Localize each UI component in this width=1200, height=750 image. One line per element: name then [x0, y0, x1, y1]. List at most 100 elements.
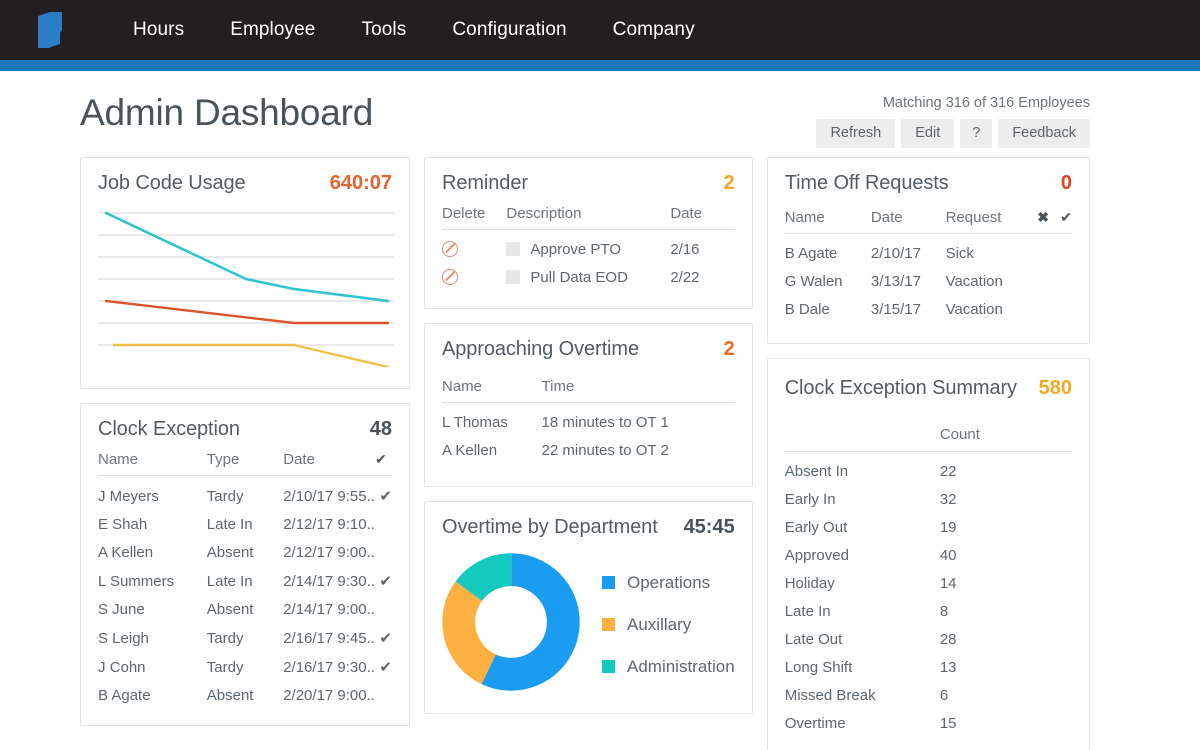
reminder-checkbox[interactable] — [506, 242, 521, 256]
cell-type: Tardy — [206, 629, 244, 647]
table-row[interactable]: S Leigh Tardy 2/16/17 9:45.. ✔ — [98, 623, 392, 652]
table-row[interactable]: Overtime 15 — [785, 709, 1072, 737]
top-navigation-bar: Hours Employee Tools Configuration Compa… — [0, 0, 1200, 60]
company-n-logo[interactable] — [26, 8, 82, 52]
cell-check-icon[interactable]: ✔ — [375, 623, 392, 652]
table-row[interactable]: B Dale 3/15/17 Vacation — [785, 295, 1072, 323]
legend-item-administration[interactable]: Administration — [602, 657, 735, 677]
legend-label: Operations — [627, 572, 711, 592]
legend-label: Administration — [627, 656, 735, 676]
table-header-row: Name Type Date ✔ — [98, 451, 392, 476]
table-row[interactable]: Late In 8 — [785, 597, 1072, 625]
column-header-date[interactable]: Date — [870, 209, 946, 234]
cell-label: Early In — [784, 491, 836, 508]
column-header-date[interactable]: Date — [670, 205, 735, 230]
cell-check-icon[interactable]: ✔ — [375, 566, 392, 595]
table-row[interactable]: L Thomas 18 minutes to OT 1 — [442, 403, 735, 437]
nav-link-company[interactable]: Company — [590, 19, 718, 41]
table-row[interactable]: Early In 32 — [785, 485, 1072, 513]
table-row[interactable]: A Kellen Absent 2/12/17 9:00.. — [98, 538, 392, 566]
column-header-date[interactable]: Date — [283, 451, 375, 476]
nav-link-hours[interactable]: Hours — [110, 19, 207, 41]
nav-link-employee[interactable]: Employee — [207, 19, 338, 41]
column-header-delete[interactable]: Delete — [442, 205, 507, 230]
cell-check-icon[interactable]: ✔ — [375, 652, 392, 681]
accent-bar — [0, 60, 1200, 71]
clock-exception-summary-table: Count Absent In 22 Early In 32 Early Out… — [784, 426, 1072, 737]
table-row[interactable]: G Walen 3/13/17 Vacation — [785, 267, 1072, 295]
nav-link-configuration[interactable]: Configuration — [429, 19, 589, 41]
cell-check-icon[interactable] — [375, 681, 392, 709]
table-row[interactable]: Approve PTO 2/16 — [442, 230, 735, 264]
cell-name: L Summers — [98, 572, 175, 590]
card-value: 45:45 — [683, 516, 735, 538]
reminder-checkbox[interactable] — [506, 270, 521, 284]
column-header-check-icon[interactable]: ✔ — [374, 451, 392, 476]
column-header-x-icon[interactable]: ✖ — [1026, 209, 1049, 234]
cell-delete[interactable] — [442, 230, 506, 264]
overtime-donut-chart: Operations Auxillary Administration — [442, 553, 735, 700]
table-row[interactable]: B Agate Absent 2/20/17 9:00.. — [98, 681, 392, 709]
column-header-type[interactable]: Type — [206, 451, 284, 476]
cell-deny-action[interactable] — [1026, 295, 1049, 323]
table-row[interactable]: Approved 40 — [785, 541, 1072, 569]
cell-approve-action[interactable] — [1049, 234, 1072, 268]
cell-approve-action[interactable] — [1049, 295, 1072, 323]
legend-item-auxillary[interactable]: Auxillary — [602, 615, 735, 635]
cell-approve-action[interactable] — [1049, 267, 1072, 295]
legend-swatch-administration — [602, 660, 615, 673]
feedback-button[interactable]: Feedback — [998, 119, 1090, 149]
donut-graphic — [442, 553, 580, 696]
matching-employees-text: Matching 316 of 316 Employees — [882, 95, 1090, 111]
table-row[interactable]: Pull Data EOD 2/22 — [442, 263, 735, 291]
cell-deny-action[interactable] — [1026, 267, 1049, 295]
table-header-row: Name Time — [442, 378, 735, 403]
cell-count: 6 — [939, 687, 949, 704]
column-header-request[interactable]: Request — [945, 209, 1027, 234]
cell-delete[interactable] — [442, 263, 506, 291]
table-row[interactable]: J Cohn Tardy 2/16/17 9:30.. ✔ — [98, 652, 392, 681]
help-button[interactable]: ? — [960, 119, 993, 149]
table-row[interactable]: J Meyers Tardy 2/10/17 9:55.. ✔ — [98, 476, 392, 511]
table-row[interactable]: Early Out 19 — [785, 513, 1072, 541]
edit-button[interactable]: Edit — [901, 119, 955, 149]
nav-link-tools[interactable]: Tools — [338, 19, 429, 41]
column-header-time[interactable]: Time — [541, 378, 735, 403]
delete-no-entry-icon[interactable] — [442, 241, 458, 257]
column-header-check-icon[interactable]: ✔ — [1048, 209, 1072, 234]
cell-count: 40 — [939, 547, 957, 564]
cell-check-icon[interactable] — [375, 538, 392, 566]
table-row[interactable]: L Summers Late In 2/14/17 9:30.. ✔ — [98, 566, 392, 595]
table-row[interactable]: S June Absent 2/14/17 9:00.. — [98, 595, 392, 623]
column-header-name[interactable]: Name — [442, 378, 542, 403]
table-row[interactable]: E Shah Late In 2/12/17 9:10.. — [98, 510, 392, 538]
cell-deny-action[interactable] — [1026, 234, 1049, 268]
table-row[interactable]: Late Out 28 — [785, 625, 1072, 653]
cell-label: Late Out — [784, 631, 843, 648]
cell-date: 2/14/17 9:30.. — [283, 572, 375, 590]
cell-date: 3/15/17 — [870, 301, 921, 318]
cell-check-icon[interactable] — [375, 510, 392, 538]
column-header-name[interactable]: Name — [98, 451, 207, 476]
table-row[interactable]: Long Shift 13 — [785, 653, 1072, 681]
delete-no-entry-icon[interactable] — [442, 269, 458, 285]
table-row[interactable]: Absent In 22 — [785, 452, 1072, 486]
table-row[interactable]: B Agate 2/10/17 Sick — [785, 234, 1072, 268]
card-header: Clock Exception 48 — [98, 418, 392, 441]
cell-date: 2/12/17 9:00.. — [283, 544, 375, 561]
legend-item-operations[interactable]: Operations — [602, 573, 735, 593]
table-row[interactable]: Missed Break 6 — [785, 681, 1072, 709]
table-row[interactable]: Holiday 14 — [785, 569, 1072, 597]
card-header: Reminder 2 — [442, 172, 735, 195]
column-header-description[interactable]: Description — [506, 205, 671, 230]
card-title: Clock Exception — [98, 418, 240, 440]
cell-type: Tardy — [206, 487, 244, 505]
cell-name: S June — [98, 601, 145, 618]
column-header-count[interactable]: Count — [939, 426, 1072, 452]
refresh-button[interactable]: Refresh — [816, 119, 896, 149]
table-row[interactable]: A Kellen 22 minutes to OT 2 — [442, 436, 735, 464]
cell-check-icon[interactable] — [375, 595, 392, 623]
column-header-name[interactable]: Name — [784, 209, 871, 234]
cell-check-icon[interactable]: ✔ — [375, 476, 392, 511]
card-value: 640:07 — [329, 172, 392, 194]
